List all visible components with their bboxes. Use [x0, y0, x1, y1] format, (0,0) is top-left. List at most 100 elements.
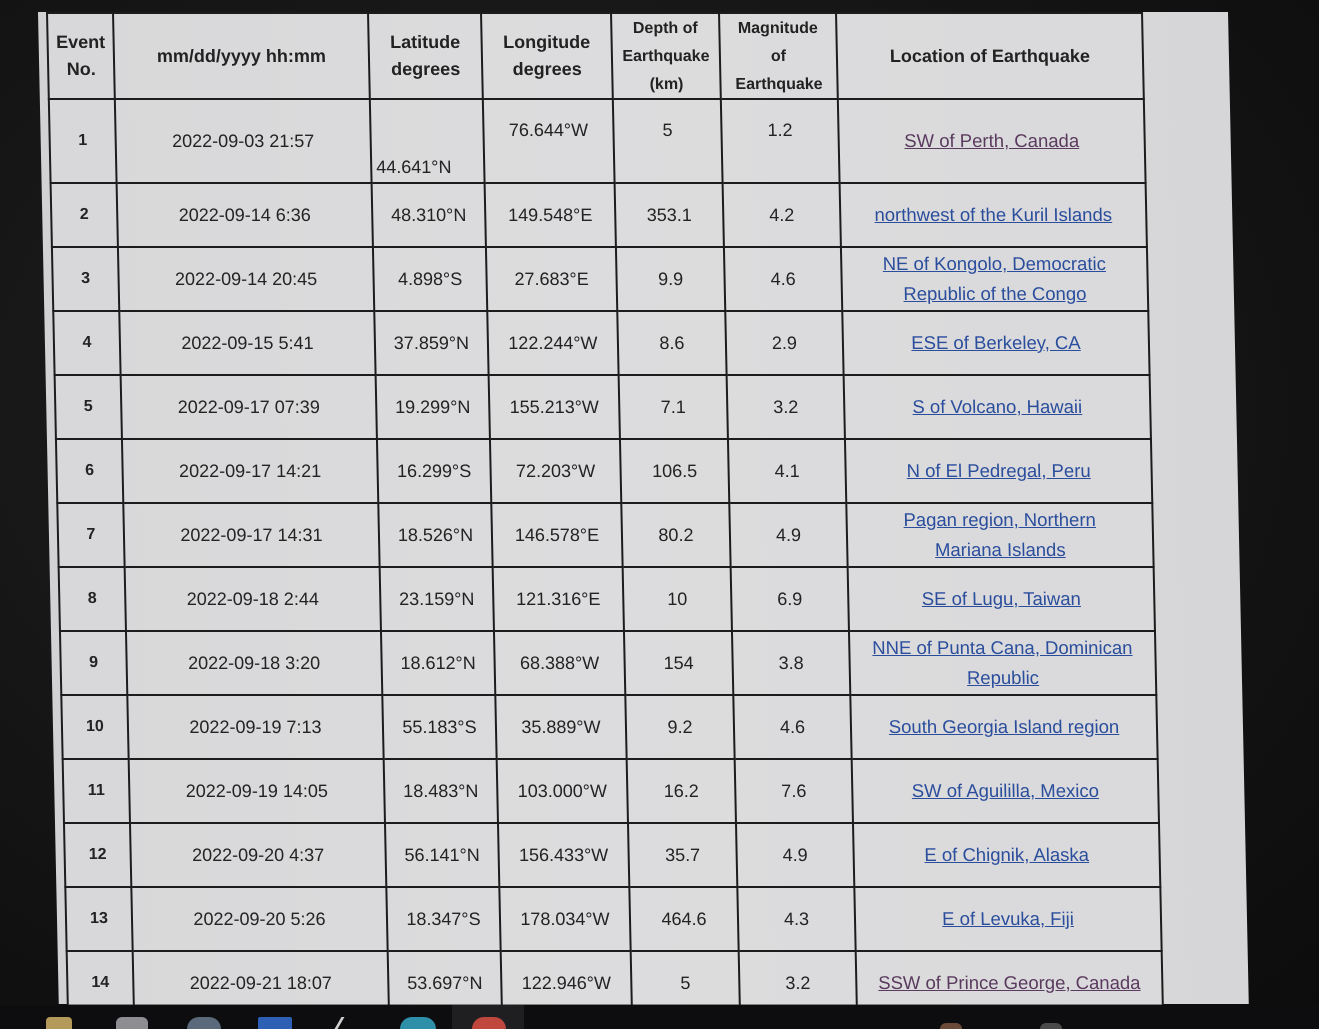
cell-magnitude: 4.6: [723, 247, 843, 311]
cell-location: SE of Lugu, Taiwan: [847, 567, 1155, 631]
location-link[interactable]: NE of Kongolo, Democratic Republic of the…: [882, 253, 1106, 304]
table-row: 4 2022-09-15 5:41 37.859°N 122.244°W 8.6 2.9 E…: [53, 311, 1150, 375]
cell-event-no: 10: [61, 695, 129, 759]
location-link-line1: South Georgia Island region: [888, 716, 1120, 737]
cell-longitude: 122.244°W: [487, 311, 619, 375]
cell-depth: 35.7: [627, 823, 738, 887]
cell-longitude: 68.388°W: [493, 631, 626, 695]
cell-magnitude: 3.8: [731, 631, 851, 695]
cell-latitude: 56.141°N: [384, 823, 500, 887]
location-link[interactable]: SSW of Prince George, Canada: [878, 972, 1141, 993]
cell-event-no: 11: [62, 759, 130, 823]
tray-icon[interactable]: [940, 1023, 962, 1029]
store-icon[interactable]: [116, 1017, 148, 1029]
cell-location: Pagan region, Northern Mariana Islands: [846, 503, 1154, 567]
cell-datetime: 2022-09-15 5:41: [119, 311, 376, 375]
cell-datetime: 2022-09-14 20:45: [117, 247, 375, 311]
cell-latitude: 55.183°S: [382, 695, 497, 759]
earthquake-table: Event No. mm/dd/yyyy hh:mm Latitude degr…: [46, 12, 1164, 1016]
location-link-line1: SW of Perth, Canada: [904, 130, 1080, 151]
header-location-label: Location of Earthquake: [889, 45, 1091, 66]
cell-event-no: 5: [54, 375, 122, 439]
cell-latitude: 18.483°N: [383, 759, 498, 823]
cell-longitude: 35.889°W: [495, 695, 627, 759]
cell-magnitude: 4.6: [733, 695, 852, 759]
cell-magnitude: 4.1: [727, 439, 847, 503]
table-body: 1 2022-09-03 21:57 44.641°N 76.644°W 5 1.2 SW …: [48, 99, 1164, 1015]
cell-longitude: 27.683°E: [485, 247, 618, 311]
location-link[interactable]: northwest of the Kuril Islands: [874, 204, 1112, 225]
table-row: 9 2022-09-18 3:20 18.612°N 68.388°W 154 3.8 NN…: [59, 631, 1157, 695]
cell-event-no: 6: [55, 439, 124, 503]
header-longitude-line1: Longitude: [502, 32, 591, 52]
location-link[interactable]: S of Volcano, Hawaii: [912, 396, 1082, 417]
location-link[interactable]: E of Chignik, Alaska: [924, 844, 1089, 865]
cell-latitude: 18.526°N: [378, 503, 493, 567]
cell-magnitude: 4.3: [737, 887, 856, 951]
location-link[interactable]: ESE of Berkeley, CA: [911, 332, 1081, 353]
cell-longitude: 149.548°E: [484, 183, 616, 247]
cell-location: South Georgia Island region: [850, 695, 1158, 759]
folder-icon[interactable]: [46, 1017, 72, 1029]
header-latitude-line1: Latitude: [389, 32, 461, 52]
cell-depth: 9.9: [615, 247, 726, 311]
cell-latitude: 23.159°N: [379, 567, 494, 631]
location-link-line2: Republic of the Congo: [903, 283, 1087, 304]
cell-datetime: 2022-09-18 3:20: [125, 631, 383, 695]
cell-location: northwest of the Kuril Islands: [839, 183, 1147, 247]
cell-location: E of Chignik, Alaska: [852, 823, 1161, 887]
header-datetime: mm/dd/yyyy hh:mm: [113, 13, 370, 99]
cell-location: NNE of Punta Cana, Dominican Republic: [848, 631, 1157, 695]
edge-browser-icon[interactable]: [400, 1017, 436, 1029]
location-link-line1: northwest of the Kuril Islands: [874, 204, 1113, 225]
cell-event-no: 7: [57, 503, 125, 567]
location-link[interactable]: N of El Pedregal, Peru: [906, 460, 1091, 481]
table-row: 8 2022-09-18 2:44 23.159°N 121.316°E 10 6.9 SE…: [58, 567, 1155, 631]
header-latitude-line2: degrees: [390, 59, 461, 79]
header-event-no-line1: Event: [55, 32, 106, 52]
cell-latitude: 37.859°N: [374, 311, 489, 375]
cell-event-no: 9: [59, 631, 128, 695]
location-link-line1: ESE of Berkeley, CA: [911, 332, 1081, 353]
header-magnitude-line3: Earthquake: [735, 76, 823, 93]
taskbar: [0, 1005, 1319, 1029]
location-link-line1: SW of Aguililla, Mexico: [911, 780, 1100, 801]
cell-location: SW of Aguililla, Mexico: [851, 759, 1159, 823]
cell-magnitude: 4.9: [735, 823, 855, 887]
location-link[interactable]: SE of Lugu, Taiwan: [922, 588, 1082, 609]
cell-latitude: 44.641°N: [369, 99, 485, 183]
chrome-browser-icon[interactable]: [472, 1017, 506, 1029]
location-link[interactable]: NNE of Punta Cana, Dominican Republic: [872, 637, 1133, 688]
location-link[interactable]: South Georgia Island region: [889, 716, 1120, 737]
cell-magnitude: 2.9: [725, 311, 844, 375]
location-link[interactable]: Pagan region, Northern Mariana Islands: [903, 509, 1096, 560]
header-depth: Depth of Earthquake (km): [611, 13, 721, 99]
app-grid-icon[interactable]: [258, 1017, 292, 1029]
cell-latitude: 16.299°S: [376, 439, 492, 503]
location-link[interactable]: SW of Perth, Canada: [904, 130, 1079, 151]
table-row: 6 2022-09-17 14:21 16.299°S 72.203°W 106.5 4.…: [55, 439, 1153, 503]
cell-datetime: 2022-09-19 14:05: [128, 759, 385, 823]
location-link[interactable]: E of Levuka, Fiji: [942, 908, 1074, 929]
pen-icon[interactable]: [334, 1017, 359, 1029]
header-magnitude: Magnitude of Earthquake: [719, 13, 838, 99]
table-row: 3 2022-09-14 20:45 4.898°S 27.683°E 9.9 4.6 NE…: [51, 247, 1149, 311]
cell-datetime: 2022-09-17 07:39: [120, 375, 377, 439]
cell-event-no: 13: [65, 887, 133, 951]
cell-depth: 10: [622, 567, 732, 631]
header-longitude: Longitude degrees: [481, 13, 613, 99]
cell-depth: 353.1: [614, 183, 724, 247]
cell-datetime: 2022-09-18 2:44: [124, 567, 381, 631]
location-link-line1: E of Levuka, Fiji: [941, 908, 1075, 929]
cell-depth: 8.6: [617, 311, 727, 375]
cell-longitude: 146.578°E: [491, 503, 623, 567]
location-link-line1: NE of Kongolo, Democratic: [882, 253, 1107, 274]
table-row: 5 2022-09-17 07:39 19.299°N 155.213°W 7.1 3.2…: [54, 375, 1151, 439]
header-depth-line3: (km): [649, 76, 684, 93]
location-link[interactable]: SW of Aguililla, Mexico: [912, 780, 1100, 801]
header-event-no-line2: No.: [66, 59, 96, 79]
location-link-line2: Republic: [966, 667, 1040, 688]
tray-icon[interactable]: [1040, 1023, 1062, 1029]
app-icon[interactable]: [187, 1017, 221, 1029]
location-link-line1: SSW of Prince George, Canada: [877, 972, 1141, 993]
